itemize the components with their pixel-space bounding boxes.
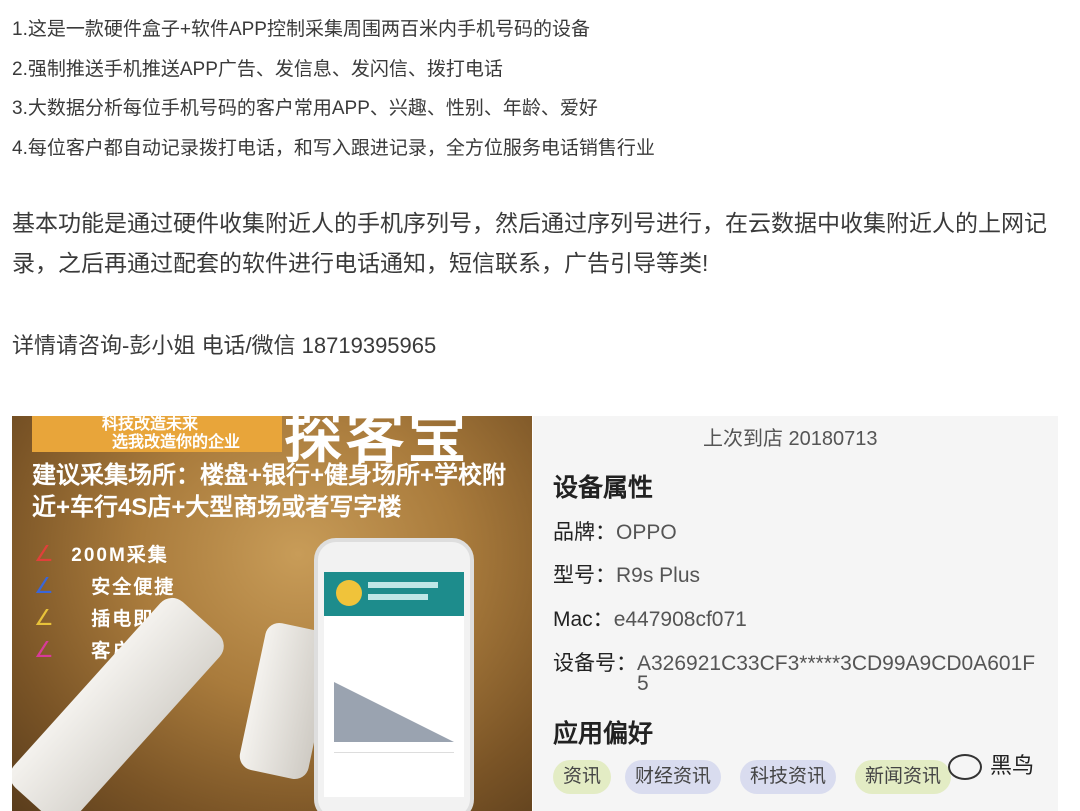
wechat-icon [948, 754, 982, 781]
ad-banner-line2: 选我改造你的企业 [112, 434, 241, 451]
ad-feature-label: 安全便捷 [91, 577, 176, 598]
check-mark-icon: ∠ [34, 541, 56, 566]
brand-label: 品牌： [553, 521, 616, 544]
ad-feature: ∠ 200M采集 [34, 540, 169, 567]
phone-header-text [368, 594, 428, 600]
list-item: 1.这是一款硬件盒子+软件APP控制采集周围两百米内手机号码的设备 [12, 19, 590, 40]
preference-tag: 资讯 [553, 760, 612, 794]
ad-feature-label: 200M采集 [71, 545, 169, 566]
product-ad-image: 科技改造未来 选我改造你的企业 探客宝 建议采集场所：楼盘+银行+健身场所+学校… [12, 416, 532, 811]
model-value: R9s Plus [616, 564, 701, 587]
description-paragraph: 基本功能是通过硬件收集附近人的手机序列号，然后通过序列号进行，在云数据中收集附近… [12, 210, 1047, 276]
device-id-value: A326921C33CF3*****3CD99A9CD0A601F [637, 652, 1036, 675]
phone-rows [334, 752, 454, 783]
device-id-label: 设备号： [553, 652, 637, 675]
list-item: 2.强制推送手机推送APP广告、发信息、发闪信、拨打电话 [12, 59, 503, 80]
list-item: 4.每位客户都自动记录拨打电话，和写入跟进记录，全方位服务电话销售行业 [12, 138, 655, 159]
device-section-title: 设备属性 [553, 474, 654, 502]
contact-line: 详情请咨询-彭小姐 电话/微信 18719395965 [12, 333, 437, 358]
list-item: 3.大数据分析每位手机号码的客户常用APP、兴趣、性别、年龄、爱好 [12, 98, 598, 119]
brand-value: OPPO [616, 521, 677, 544]
brand-row: 品牌：OPPO [553, 516, 677, 546]
phone-mockup [314, 538, 474, 811]
device-id-row: 设备号：A326921C33CF3*****3CD99A9CD0A601F [553, 647, 1035, 677]
mac-value: e447908cf071 [613, 608, 747, 631]
preference-tag: 财经资讯 [625, 760, 722, 794]
check-mark-icon: ∠ [34, 605, 56, 630]
avatar [336, 580, 362, 606]
model-label: 型号： [553, 564, 616, 587]
model-row: 型号：R9s Plus [553, 559, 700, 589]
phone-chart [334, 682, 454, 742]
pref-section-title: 应用偏好 [553, 720, 654, 748]
last-visit-text: 上次到店 20180713 [703, 428, 878, 450]
device-id-continued: 5 [637, 672, 649, 696]
ad-banner: 科技改造未来 选我改造你的企业 [32, 416, 282, 452]
mac-label: Mac： [553, 608, 614, 631]
device-id-value-cont: 5 [637, 672, 649, 695]
watermark: 黑鸟 [948, 748, 1035, 781]
check-mark-icon: ∠ [34, 637, 56, 662]
watermark-text: 黑鸟 [990, 753, 1035, 778]
preference-tag: 科技资讯 [740, 760, 837, 794]
check-mark-icon: ∠ [34, 573, 56, 598]
mac-row: Mac：e447908cf071 [553, 603, 747, 633]
ad-feature: ∠ 安全便捷 [34, 572, 175, 599]
ad-suggest-text: 建议采集场所：楼盘+银行+健身场所+学校附近+车行4S店+大型商场或者写字楼 [32, 462, 507, 521]
phone-screen [324, 572, 464, 797]
phone-header-text [368, 582, 438, 588]
preference-tag: 新闻资讯 [855, 760, 952, 794]
